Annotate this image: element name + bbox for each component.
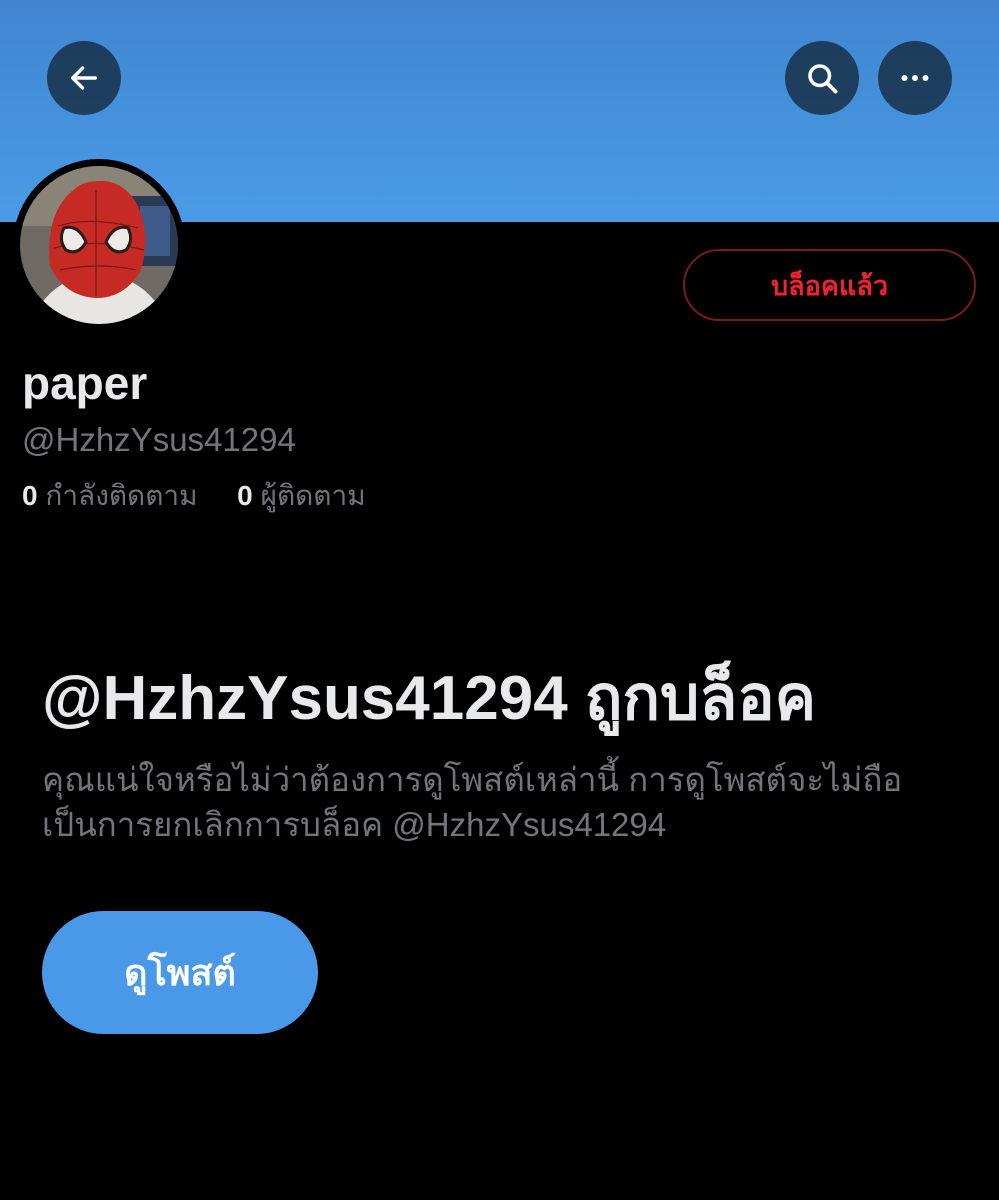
blocked-button[interactable]: บล็อคแล้ว [683, 249, 976, 321]
profile-page: บล็อคแล้ว paper @HzhzYsus41294 0 กำลังติ… [0, 0, 999, 1200]
user-handle: @HzhzYsus41294 [22, 421, 296, 458]
search-button[interactable] [785, 41, 859, 115]
more-horizontal-icon [901, 75, 929, 81]
followers-count: 0 [237, 480, 253, 511]
arrow-left-icon [70, 66, 98, 90]
blocked-notice-description: คุณแน่ใจหรือไม่ว่าต้องการดูโพสต์เหล่านี้… [42, 761, 903, 843]
display-name: paper [22, 357, 148, 409]
following-link[interactable]: 0 กำลังติดตาม [22, 480, 205, 511]
following-label: กำลังติดตาม [45, 480, 198, 511]
followers-link[interactable]: 0 ผู้ติดตาม [237, 480, 366, 511]
following-count: 0 [22, 480, 38, 511]
avatar[interactable] [13, 159, 185, 331]
followers-label: ผู้ติดตาม [260, 480, 366, 511]
blocked-notice-title: @HzhzYsus41294 ถูกบล็อค [42, 664, 817, 733]
follow-stats: 0 กำลังติดตาม 0 ผู้ติดตาม [22, 477, 366, 515]
search-icon [808, 64, 838, 94]
more-button[interactable] [878, 41, 952, 115]
back-button[interactable] [47, 41, 121, 115]
spider-man-mask-avatar [20, 166, 178, 324]
view-posts-button[interactable]: ดูโพสต์ [42, 911, 318, 1034]
